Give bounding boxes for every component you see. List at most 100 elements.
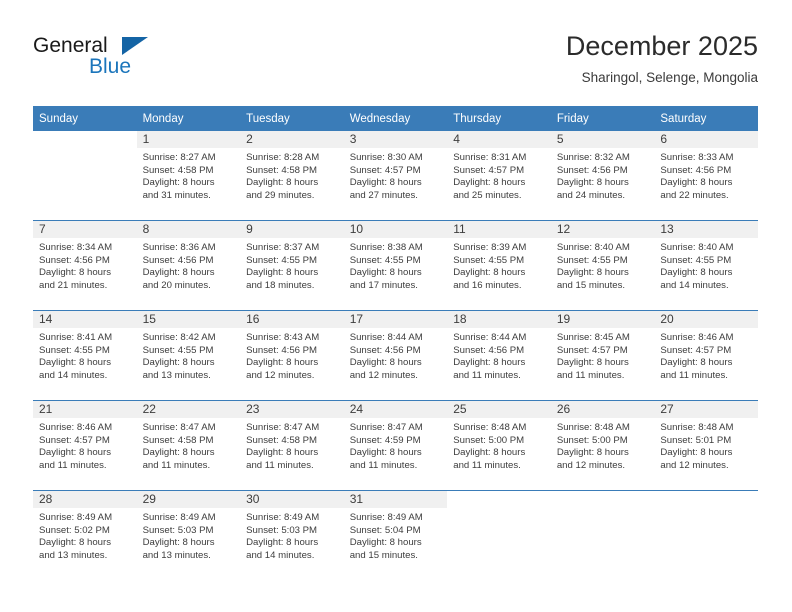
sun-info-sunset: Sunset: 5:00 PM (556, 434, 628, 446)
calendar-day[interactable]: 16 Sunrise: 8:43 AM Sunset: 4:56 PM Dayligh… (240, 311, 344, 400)
sun-info: Sunrise: 8:49 AM Sunset: 5:03 PM Daylight:… (240, 508, 344, 562)
calendar-day[interactable]: 19 Sunrise: 8:45 AM Sunset: 4:57 PM Dayligh… (550, 311, 655, 400)
sun-info-daylight-line2: and 12 minutes. (246, 369, 315, 381)
sun-info-sunrise: Sunrise: 8:38 AM (349, 242, 423, 253)
calendar-day[interactable]: 20 Sunrise: 8:46 AM Sunset: 4:57 PM Dayligh… (654, 311, 758, 400)
day-number: 27 (654, 401, 758, 418)
sun-info-sunset: Sunset: 5:00 PM (453, 434, 525, 446)
calendar-day[interactable]: 31 Sunrise: 8:49 AM Sunset: 5:04 PM Dayligh… (343, 491, 448, 580)
calendar-cell: 15 Sunrise: 8:42 AM Sunset: 4:55 PM Dayligh… (136, 310, 241, 401)
calendar-day[interactable]: 3 Sunrise: 8:30 AM Sunset: 4:57 PM Daylight… (343, 131, 448, 220)
weekday-header-row: Sunday Monday Tuesday Wednesday Thursday… (33, 106, 758, 131)
day-number: 1 (136, 131, 241, 148)
calendar-day[interactable]: 26 Sunrise: 8:48 AM Sunset: 5:00 PM Dayligh… (550, 401, 655, 490)
sun-info: Sunrise: 8:42 AM Sunset: 4:55 PM Daylight:… (137, 328, 241, 382)
day-number (447, 491, 551, 508)
sun-info-sunrise: Sunrise: 8:32 AM (556, 152, 630, 163)
sun-info-sunrise: Sunrise: 8:46 AM (39, 422, 113, 433)
sun-info-daylight-line1: Daylight: 8 hours (39, 267, 111, 279)
sun-info-sunrise: Sunrise: 8:47 AM (349, 422, 423, 433)
sun-info-daylight-line2: and 15 minutes. (556, 279, 626, 291)
calendar-day[interactable]: 15 Sunrise: 8:42 AM Sunset: 4:55 PM Dayligh… (136, 311, 241, 400)
sun-info-sunset: Sunset: 4:55 PM (142, 344, 214, 356)
sun-info-sunrise: Sunrise: 8:49 AM (39, 512, 113, 523)
sun-info: Sunrise: 8:48 AM Sunset: 5:00 PM Daylight:… (551, 418, 655, 472)
calendar-day-empty (447, 491, 551, 580)
calendar-day[interactable]: 27 Sunrise: 8:48 AM Sunset: 5:01 PM Dayligh… (654, 401, 758, 490)
calendar-day[interactable]: 8 Sunrise: 8:36 AM Sunset: 4:56 PM Daylight… (136, 221, 241, 310)
calendar-day[interactable]: 14 Sunrise: 8:41 AM Sunset: 4:55 PM Dayligh… (33, 311, 137, 400)
day-number: 17 (343, 311, 448, 328)
day-number: 25 (447, 401, 551, 418)
calendar-day[interactable]: 1 Sunrise: 8:27 AM Sunset: 4:58 PM Daylight… (136, 131, 241, 220)
calendar-cell: 18 Sunrise: 8:44 AM Sunset: 4:56 PM Dayligh… (447, 310, 551, 401)
generalblue-logo[interactable]: General Blue (33, 34, 173, 88)
calendar-day[interactable]: 10 Sunrise: 8:38 AM Sunset: 4:55 PM Dayligh… (343, 221, 448, 310)
page-title: December 2025 (565, 31, 758, 61)
calendar-week-row: 21 Sunrise: 8:46 AM Sunset: 4:57 PM Dayligh… (33, 400, 758, 491)
sun-info-sunrise: Sunrise: 8:40 AM (556, 242, 630, 253)
calendar-day[interactable]: 21 Sunrise: 8:46 AM Sunset: 4:57 PM Dayligh… (33, 401, 137, 490)
calendar-day[interactable]: 7 Sunrise: 8:34 AM Sunset: 4:56 PM Daylight… (33, 221, 137, 310)
calendar-cell: 8 Sunrise: 8:36 AM Sunset: 4:56 PM Daylight… (136, 220, 241, 311)
calendar-day[interactable]: 5 Sunrise: 8:32 AM Sunset: 4:56 PM Daylight… (550, 131, 655, 220)
sun-info: Sunrise: 8:27 AM Sunset: 4:58 PM Daylight:… (137, 148, 241, 202)
sun-info: Sunrise: 8:48 AM Sunset: 5:01 PM Daylight:… (654, 418, 758, 472)
sun-info-daylight-line1: Daylight: 8 hours (142, 447, 215, 459)
sun-info-daylight-line1: Daylight: 8 hours (453, 267, 526, 279)
calendar-cell: 21 Sunrise: 8:46 AM Sunset: 4:57 PM Dayligh… (33, 400, 137, 491)
sun-info-sunrise: Sunrise: 8:48 AM (453, 422, 527, 433)
sun-info-daylight-line1: Daylight: 8 hours (660, 447, 733, 459)
calendar-cell: 1 Sunrise: 8:27 AM Sunset: 4:58 PM Daylight… (136, 131, 241, 221)
calendar-day[interactable]: 9 Sunrise: 8:37 AM Sunset: 4:55 PM Daylight… (240, 221, 344, 310)
weekday-header-friday: Friday (550, 106, 655, 131)
sun-info: Sunrise: 8:40 AM Sunset: 4:55 PM Daylight:… (551, 238, 655, 292)
calendar-week-row: 7 Sunrise: 8:34 AM Sunset: 4:56 PM Daylight… (33, 220, 758, 311)
sun-info: Sunrise: 8:36 AM Sunset: 4:56 PM Daylight:… (137, 238, 241, 292)
calendar-day[interactable]: 11 Sunrise: 8:39 AM Sunset: 4:55 PM Dayligh… (447, 221, 551, 310)
calendar-day[interactable]: 22 Sunrise: 8:47 AM Sunset: 4:58 PM Dayligh… (136, 401, 241, 490)
day-number: 13 (654, 221, 758, 238)
sun-info-sunrise: Sunrise: 8:47 AM (246, 422, 320, 433)
sun-info-sunset: Sunset: 5:04 PM (349, 524, 421, 536)
sun-info-daylight-line2: and 25 minutes. (453, 189, 522, 201)
calendar-body: 1 Sunrise: 8:27 AM Sunset: 4:58 PM Daylight… (33, 131, 758, 580)
sun-info: Sunrise: 8:44 AM Sunset: 4:56 PM Daylight:… (344, 328, 448, 382)
sun-info-daylight-line2: and 13 minutes. (142, 369, 211, 381)
sun-info-daylight-line1: Daylight: 8 hours (453, 357, 526, 369)
calendar-cell: 25 Sunrise: 8:48 AM Sunset: 5:00 PM Dayligh… (447, 400, 551, 491)
day-number: 30 (240, 491, 344, 508)
calendar-cell: 31 Sunrise: 8:49 AM Sunset: 5:04 PM Dayligh… (343, 490, 448, 580)
calendar-day[interactable]: 13 Sunrise: 8:40 AM Sunset: 4:55 PM Dayligh… (654, 221, 758, 310)
calendar-day[interactable]: 17 Sunrise: 8:44 AM Sunset: 4:56 PM Dayligh… (343, 311, 448, 400)
calendar-day[interactable]: 30 Sunrise: 8:49 AM Sunset: 5:03 PM Dayligh… (240, 491, 344, 580)
calendar-day[interactable]: 25 Sunrise: 8:48 AM Sunset: 5:00 PM Dayligh… (447, 401, 551, 490)
sun-info-sunrise: Sunrise: 8:34 AM (39, 242, 113, 253)
calendar-day[interactable]: 29 Sunrise: 8:49 AM Sunset: 5:03 PM Dayligh… (136, 491, 241, 580)
calendar-day[interactable]: 23 Sunrise: 8:47 AM Sunset: 4:58 PM Dayligh… (240, 401, 344, 490)
sun-info-sunset: Sunset: 4:56 PM (246, 344, 318, 356)
calendar-day[interactable]: 4 Sunrise: 8:31 AM Sunset: 4:57 PM Daylight… (447, 131, 551, 220)
calendar-day[interactable]: 6 Sunrise: 8:33 AM Sunset: 4:56 PM Daylight… (654, 131, 758, 220)
sun-info-sunset: Sunset: 4:58 PM (246, 434, 318, 446)
calendar-cell: 27 Sunrise: 8:48 AM Sunset: 5:01 PM Dayligh… (654, 400, 758, 491)
calendar-cell: 5 Sunrise: 8:32 AM Sunset: 4:56 PM Daylight… (550, 131, 655, 221)
sun-info-daylight-line1: Daylight: 8 hours (39, 537, 111, 549)
calendar-day-empty (654, 491, 758, 580)
sun-info-daylight-line2: and 22 minutes. (660, 189, 729, 201)
sun-info: Sunrise: 8:33 AM Sunset: 4:56 PM Daylight:… (654, 148, 758, 202)
calendar-day[interactable]: 28 Sunrise: 8:49 AM Sunset: 5:02 PM Dayligh… (33, 491, 137, 580)
sun-info-sunset: Sunset: 4:58 PM (142, 434, 214, 446)
calendar-day[interactable]: 12 Sunrise: 8:40 AM Sunset: 4:55 PM Dayligh… (550, 221, 655, 310)
calendar-day[interactable]: 24 Sunrise: 8:47 AM Sunset: 4:59 PM Dayligh… (343, 401, 448, 490)
day-number: 26 (550, 401, 655, 418)
calendar-week-row: 14 Sunrise: 8:41 AM Sunset: 4:55 PM Dayligh… (33, 310, 758, 401)
sun-info-sunrise: Sunrise: 8:31 AM (453, 152, 527, 163)
sun-info: Sunrise: 8:47 AM Sunset: 4:58 PM Daylight:… (240, 418, 344, 472)
calendar-day[interactable]: 2 Sunrise: 8:28 AM Sunset: 4:58 PM Daylight… (240, 131, 344, 220)
sun-info-sunrise: Sunrise: 8:43 AM (246, 332, 320, 343)
page-subtitle: Sharingol, Selenge, Mongolia (581, 70, 758, 85)
calendar-day[interactable]: 18 Sunrise: 8:44 AM Sunset: 4:56 PM Dayligh… (447, 311, 551, 400)
day-number: 18 (447, 311, 551, 328)
sun-info-sunset: Sunset: 5:02 PM (39, 524, 110, 536)
